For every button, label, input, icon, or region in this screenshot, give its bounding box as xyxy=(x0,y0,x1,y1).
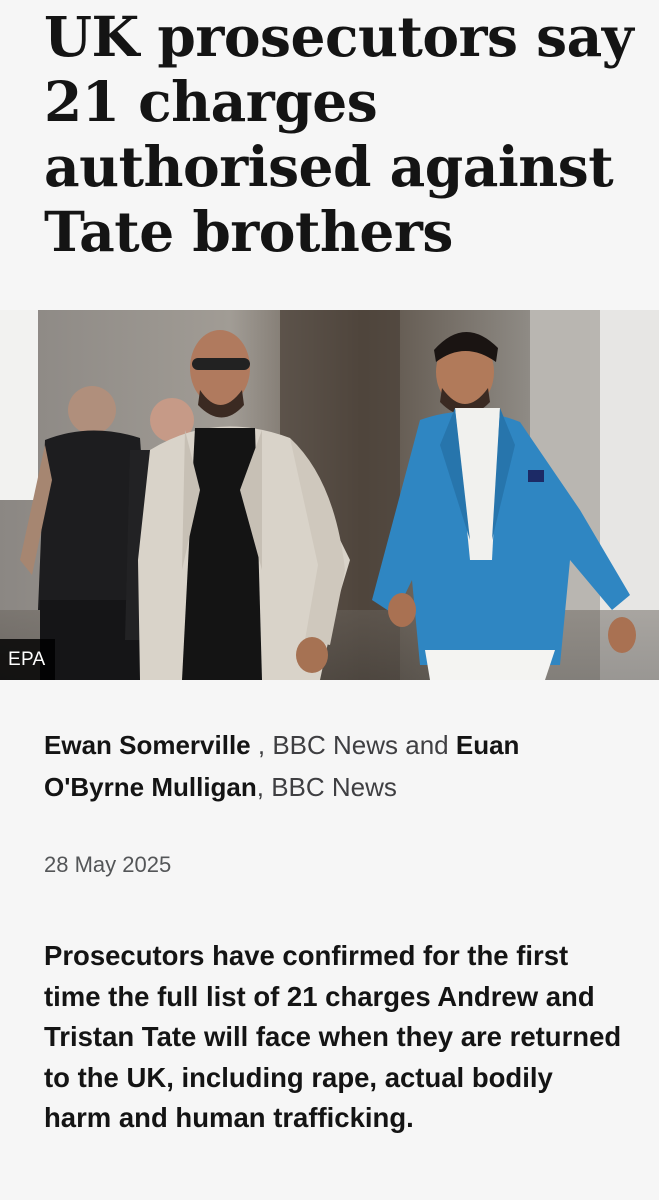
byline-org: BBC News xyxy=(271,772,397,802)
byline-and: and xyxy=(398,730,456,760)
byline-separator: , xyxy=(250,730,273,760)
article-headline: UK prosecutors say 21 charges authorised… xyxy=(44,4,634,264)
article-hero-image[interactable]: EPA xyxy=(0,310,659,680)
byline: Ewan Somerville , BBC News and Euan O'By… xyxy=(44,724,624,808)
byline-org: BBC News xyxy=(272,730,399,760)
hero-photo xyxy=(0,310,659,680)
byline-separator: , xyxy=(256,772,272,802)
image-credit: EPA xyxy=(0,639,55,680)
article-summary: Prosecutors have confirmed for the first… xyxy=(44,940,622,1133)
publish-date: 28 May 2025 xyxy=(44,852,172,877)
author-link[interactable]: Ewan Somerville xyxy=(44,730,251,760)
